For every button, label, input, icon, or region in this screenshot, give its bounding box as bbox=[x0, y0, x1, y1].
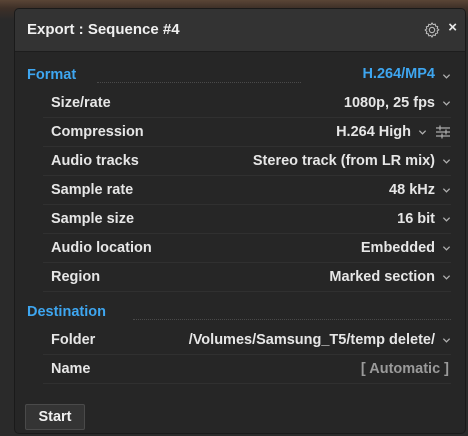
destination-section-header: Destination bbox=[27, 301, 451, 323]
chevron-down-icon[interactable] bbox=[442, 186, 451, 195]
start-button[interactable]: Start bbox=[25, 404, 85, 430]
chevron-down-icon[interactable] bbox=[442, 244, 451, 253]
sample-rate-label: Sample rate bbox=[51, 182, 134, 198]
sample-size-value[interactable]: 16 bit bbox=[397, 211, 435, 227]
chevron-down-icon[interactable] bbox=[442, 336, 451, 345]
format-value[interactable]: H.264/MP4 bbox=[362, 66, 435, 82]
export-dialog: Export : Sequence #4 × Format H.264/MP4 … bbox=[14, 8, 466, 434]
audio-location-label: Audio location bbox=[51, 240, 152, 256]
row-audio-tracks[interactable]: Audio tracks Stereo track (from LR mix) bbox=[43, 147, 451, 176]
name-value[interactable]: [ Automatic ] bbox=[361, 361, 449, 377]
row-sample-rate[interactable]: Sample rate 48 kHz bbox=[43, 176, 451, 205]
folder-label: Folder bbox=[51, 332, 96, 348]
sample-size-label: Sample size bbox=[51, 211, 135, 227]
row-region[interactable]: Region Marked section bbox=[43, 263, 451, 292]
folder-value[interactable]: /Volumes/Samsung_T5/temp delete/ bbox=[189, 332, 435, 348]
compression-value[interactable]: H.264 High bbox=[336, 124, 411, 140]
row-sample-size[interactable]: Sample size 16 bit bbox=[43, 205, 451, 234]
close-icon[interactable]: × bbox=[448, 19, 457, 36]
format-section-header[interactable]: Format H.264/MP4 bbox=[27, 64, 451, 86]
chevron-down-icon[interactable] bbox=[442, 273, 451, 282]
row-name[interactable]: Name [ Automatic ] bbox=[43, 355, 451, 384]
format-label: Format bbox=[27, 67, 77, 83]
region-label: Region bbox=[51, 269, 101, 285]
chevron-down-icon[interactable] bbox=[442, 157, 451, 166]
section-divider bbox=[97, 82, 301, 83]
chevron-down-icon[interactable] bbox=[442, 72, 451, 81]
dialog-title: Export : Sequence #4 bbox=[27, 21, 180, 38]
destination-label: Destination bbox=[27, 304, 106, 320]
sample-rate-value[interactable]: 48 kHz bbox=[389, 182, 435, 198]
chevron-down-icon[interactable] bbox=[442, 215, 451, 224]
section-divider bbox=[133, 319, 451, 320]
audio-tracks-label: Audio tracks bbox=[51, 153, 139, 169]
size-rate-value[interactable]: 1080p, 25 fps bbox=[344, 95, 435, 111]
compression-label: Compression bbox=[51, 124, 144, 140]
audio-location-value[interactable]: Embedded bbox=[361, 240, 435, 256]
chevron-down-icon[interactable] bbox=[442, 99, 451, 108]
name-label: Name bbox=[51, 361, 91, 377]
row-audio-location[interactable]: Audio location Embedded bbox=[43, 234, 451, 263]
row-compression[interactable]: Compression H.264 High bbox=[43, 118, 451, 147]
region-value[interactable]: Marked section bbox=[329, 269, 435, 285]
row-size-rate[interactable]: Size/rate 1080p, 25 fps bbox=[43, 89, 451, 118]
chevron-down-icon[interactable] bbox=[418, 128, 427, 137]
row-folder[interactable]: Folder /Volumes/Samsung_T5/temp delete/ bbox=[43, 326, 451, 355]
size-rate-label: Size/rate bbox=[51, 95, 111, 111]
sliders-icon[interactable] bbox=[435, 124, 451, 140]
gear-icon[interactable] bbox=[423, 21, 441, 39]
titlebar: Export : Sequence #4 × bbox=[15, 9, 465, 52]
audio-tracks-value[interactable]: Stereo track (from LR mix) bbox=[253, 153, 435, 169]
